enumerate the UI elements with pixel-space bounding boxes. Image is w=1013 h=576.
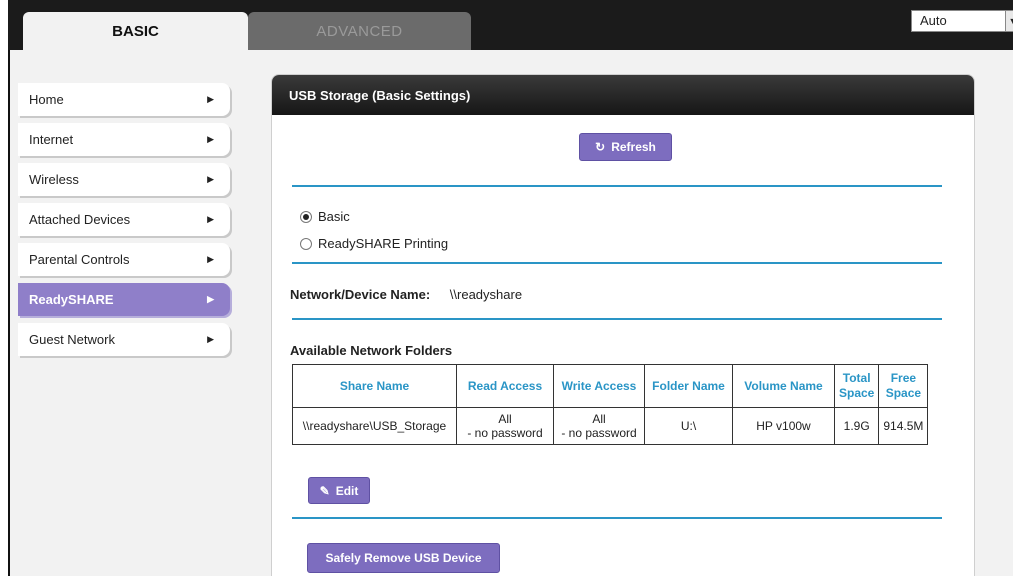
radio-readyshare-printing-label: ReadySHARE Printing: [318, 236, 449, 251]
edit-button[interactable]: ✎ Edit: [308, 477, 370, 504]
folders-title: Available Network Folders: [290, 343, 453, 358]
safely-remove-usb-label: Safely Remove USB Device: [325, 551, 482, 565]
device-name-value: \\readyshare: [449, 287, 523, 302]
refresh-icon: ↻: [595, 140, 606, 154]
sidebar-item-guest-network[interactable]: Guest Network ▶: [18, 323, 230, 356]
edit-button-label: Edit: [335, 483, 359, 498]
pencil-icon: ✎: [319, 483, 330, 498]
language-select[interactable]: Auto ▼: [911, 10, 1013, 32]
device-name-label: Network/Device Name:: [290, 287, 431, 302]
refresh-button[interactable]: ↻ Refresh: [579, 133, 672, 161]
usb-storage-panel: USB Storage (Basic Settings) ↻ Refresh B…: [271, 74, 975, 576]
tab-basic[interactable]: BASIC: [23, 12, 248, 50]
sidebar-item-attached-devices[interactable]: Attached Devices ▶: [18, 203, 230, 236]
arrow-right-icon: ▶: [207, 254, 214, 264]
column-header-folder-name: Folder Name: [644, 364, 733, 408]
cell-free-space: 914.5M: [878, 407, 929, 445]
radio-button-selected[interactable]: [300, 210, 312, 223]
radio-basic[interactable]: Basic: [300, 209, 350, 224]
sidebar-item-label: Guest Network: [29, 332, 115, 347]
arrow-right-icon: ▶: [207, 94, 214, 104]
table-header-row: Share Name Read Access Write Access Fold…: [292, 364, 929, 408]
arrow-right-icon: ▶: [207, 214, 214, 224]
column-header-free-space: Free Space: [878, 364, 929, 408]
write-access-value: All: [592, 412, 606, 426]
sidebar-item-label: Wireless: [29, 172, 79, 187]
arrow-right-icon: ▶: [207, 334, 214, 344]
sidebar-item-label: Home: [29, 92, 64, 107]
divider: [292, 262, 942, 264]
sidebar-item-parental-controls[interactable]: Parental Controls ▶: [18, 243, 230, 276]
panel-title: USB Storage (Basic Settings): [272, 75, 974, 115]
sidebar-item-readyshare[interactable]: ReadySHARE ▶: [18, 283, 230, 316]
sidebar-item-label: Attached Devices: [29, 212, 131, 227]
radio-readyshare-printing[interactable]: ReadySHARE Printing: [300, 236, 448, 251]
cell-total-space: 1.9G: [833, 407, 880, 445]
divider: [292, 185, 942, 187]
cell-read-access: All - no password: [456, 407, 554, 445]
divider: [292, 517, 942, 519]
arrow-right-icon: ▶: [207, 294, 214, 304]
sidebar-item-label: Internet: [29, 132, 74, 147]
sidebar-item-internet[interactable]: Internet ▶: [18, 123, 230, 156]
column-header-write-access: Write Access: [553, 364, 645, 408]
left-edge: [8, 50, 10, 576]
language-select-value: Auto: [920, 13, 947, 28]
column-header-share-name: Share Name: [292, 364, 457, 408]
sidebar-menu: Home ▶ Internet ▶ Wireless ▶ Attached De…: [18, 83, 230, 363]
sidebar-item-wireless[interactable]: Wireless ▶: [18, 163, 230, 196]
radio-button[interactable]: [300, 237, 312, 250]
sidebar-item-label: ReadySHARE: [29, 292, 114, 307]
cell-volume-name: HP v100w: [732, 407, 835, 445]
folders-table: Share Name Read Access Write Access Fold…: [292, 364, 929, 445]
sidebar-item-label: Parental Controls: [29, 252, 130, 267]
refresh-button-label: Refresh: [611, 140, 656, 154]
radio-basic-label: Basic: [318, 209, 350, 224]
table-row[interactable]: \\readyshare\USB_Storage All - no passwo…: [292, 407, 929, 445]
top-bar: BASIC ADVANCED Auto ▼: [8, 0, 1013, 50]
tab-advanced[interactable]: ADVANCED: [248, 12, 471, 50]
safely-remove-usb-button[interactable]: Safely Remove USB Device: [307, 543, 500, 573]
cell-share-name: \\readyshare\USB_Storage: [292, 407, 457, 445]
device-name-row: Network/Device Name: \\readyshare: [290, 287, 522, 302]
cell-folder-name: U:\: [644, 407, 733, 445]
divider: [292, 318, 942, 320]
column-header-total-space: Total Space: [833, 364, 880, 408]
read-access-note: - no password: [467, 426, 543, 440]
read-access-value: All: [498, 412, 512, 426]
sidebar-item-home[interactable]: Home ▶: [18, 83, 230, 116]
column-header-volume-name: Volume Name: [732, 364, 835, 408]
arrow-right-icon: ▶: [207, 174, 214, 184]
cell-write-access: All - no password: [553, 407, 645, 445]
arrow-right-icon: ▶: [207, 134, 214, 144]
write-access-note: - no password: [561, 426, 637, 440]
chevron-down-icon[interactable]: ▼: [1005, 11, 1013, 31]
column-header-read-access: Read Access: [456, 364, 554, 408]
